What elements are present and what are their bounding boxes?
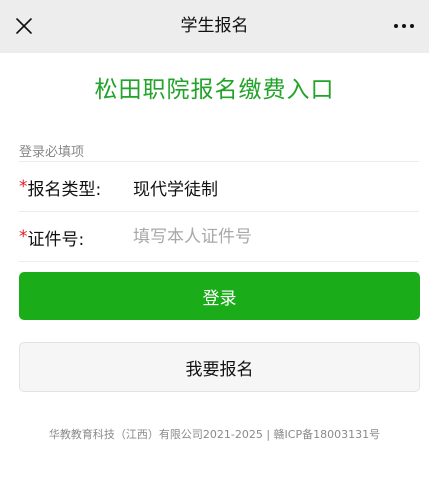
more-dots-icon — [394, 24, 414, 28]
portal-heading: 松田职院报名缴费入口 — [94, 77, 335, 103]
required-mark: * — [19, 227, 28, 247]
section-label: 登录必填项 — [19, 145, 85, 160]
divider — [19, 211, 419, 212]
footer-copyright: 华教教育科技（江西）有限公司2021-2025 | 赣ICP备18003131号 — [48, 428, 381, 441]
page-title: 学生报名 — [180, 16, 249, 36]
divider — [19, 161, 419, 162]
login-button[interactable]: 登录 — [19, 272, 420, 320]
type-value[interactable]: 现代学徒制 — [133, 175, 218, 200]
more-button[interactable] — [387, 13, 421, 39]
form-row-type[interactable]: * 报名类型: 现代学徒制 — [19, 163, 419, 211]
divider — [19, 261, 419, 262]
form-row-id: * 证件号: — [19, 213, 419, 261]
field-label-type: * 报名类型: — [19, 175, 133, 200]
top-bar: 学生报名 — [0, 0, 429, 53]
required-mark: * — [19, 177, 28, 197]
id-number-input[interactable] — [133, 227, 393, 247]
field-label-id: * 证件号: — [19, 225, 133, 250]
type-label-text: 报名类型: — [27, 179, 102, 200]
register-button[interactable]: 我要报名 — [19, 342, 420, 392]
id-label-text: 证件号: — [27, 229, 85, 250]
